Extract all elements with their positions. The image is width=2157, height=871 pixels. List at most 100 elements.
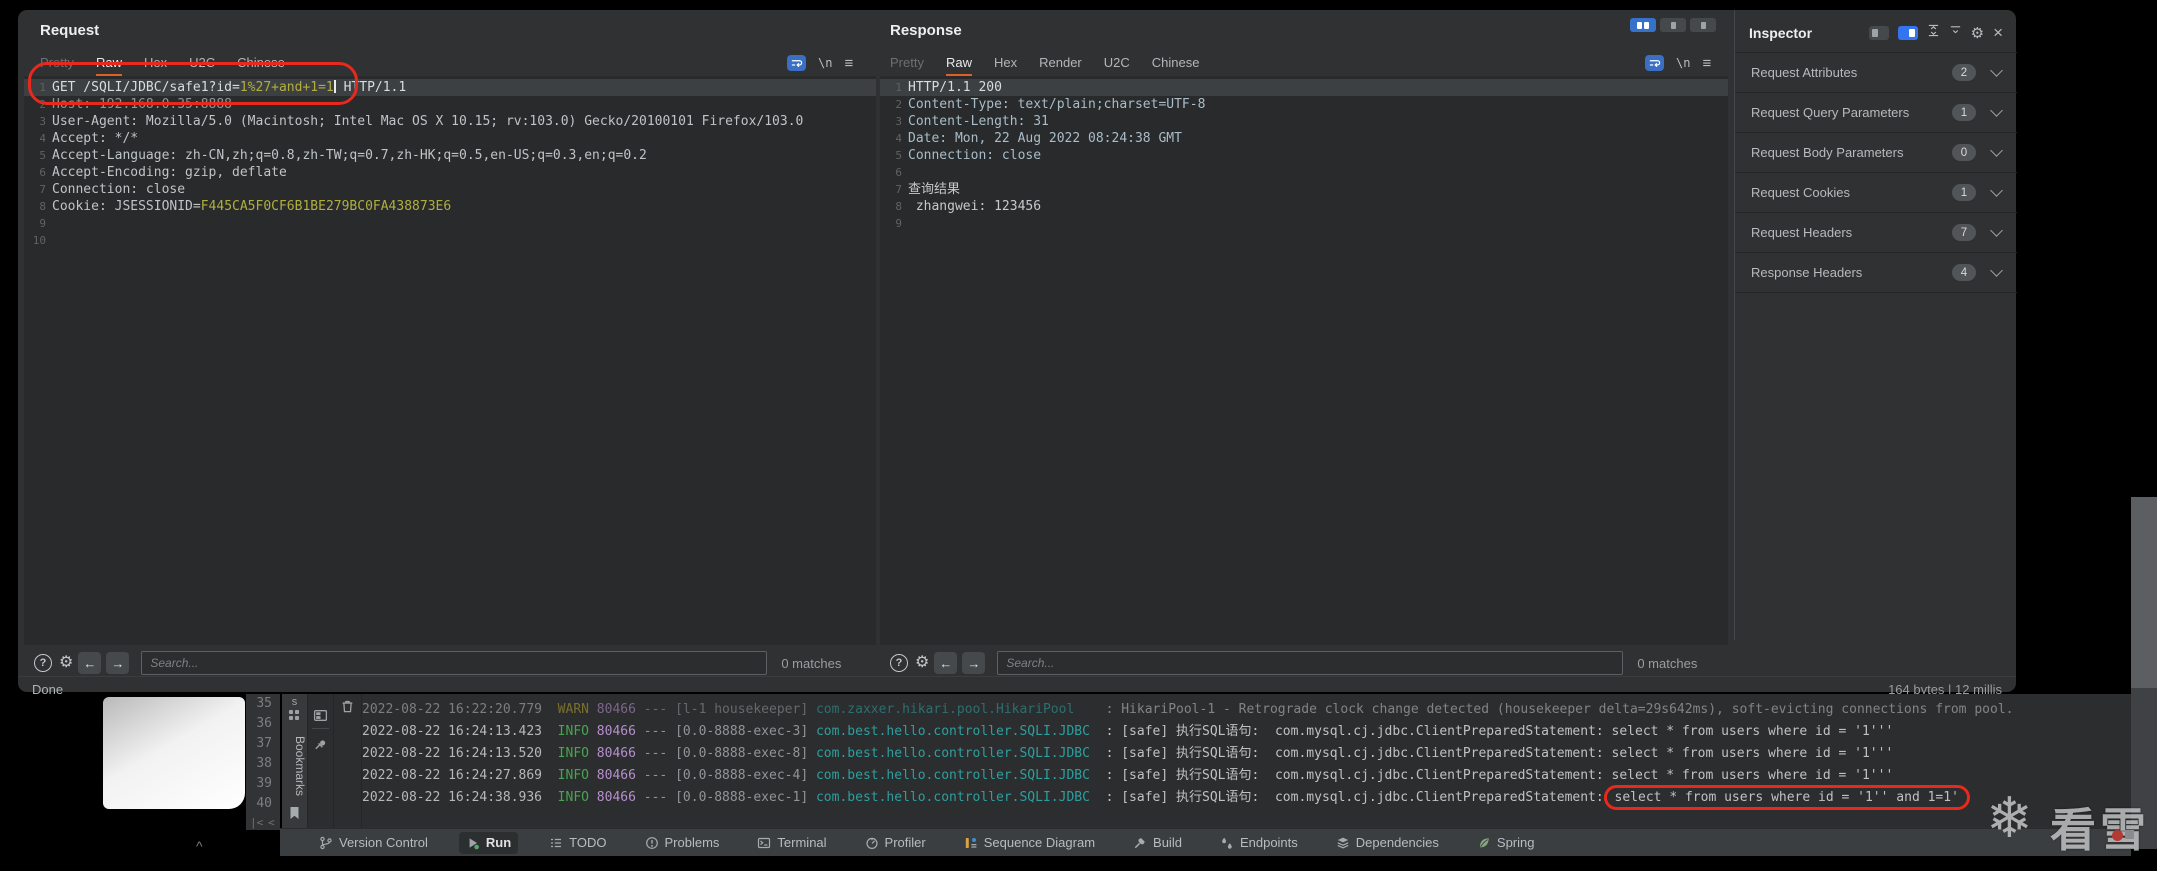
editor-line: 9 (24, 215, 876, 232)
request-tab-raw[interactable]: Raw (96, 55, 122, 77)
chevron-down-icon[interactable] (1990, 144, 2003, 157)
expand-all-icon[interactable] (1927, 24, 1940, 42)
pin-icon[interactable] (313, 738, 328, 758)
chevron-down-icon[interactable] (1990, 264, 2003, 277)
toolbar-item-label: Terminal (777, 835, 826, 850)
chevron-down-icon[interactable] (1990, 224, 2003, 237)
inspector-close-icon[interactable]: × (1993, 26, 2003, 40)
help-icon[interactable]: ? (890, 654, 908, 672)
inspector-section-response-headers[interactable]: Response Headers4 (1735, 253, 2017, 293)
search-next-icon[interactable]: → (106, 652, 129, 674)
todo-icon (549, 836, 563, 850)
response-tab-pretty[interactable]: Pretty (890, 55, 924, 74)
structure-tool-button[interactable]: s (282, 696, 307, 708)
request-editor[interactable]: 1GET /SQLI/JDBC/safe1?id=1%27+and+1=1 HT… (24, 76, 876, 645)
request-tab-pretty[interactable]: Pretty (40, 55, 74, 74)
response-editor[interactable]: 1HTTP/1.1 2002Content-Type: text/plain;c… (880, 76, 1728, 645)
section-count-badge: 0 (1952, 144, 1976, 161)
inspector-dock-right-icon[interactable] (1898, 26, 1918, 40)
toolbar-item-terminal[interactable]: Terminal (750, 832, 833, 854)
response-tab-raw[interactable]: Raw (946, 55, 972, 77)
section-label: Request Query Parameters (1751, 105, 1952, 120)
response-search-bar: ? ⚙ ← → 0 matches (890, 650, 1697, 676)
toolbar-item-run[interactable]: Run (459, 832, 518, 854)
editor-line: 6Accept-Encoding: gzip, deflate (24, 164, 876, 181)
log-token (808, 702, 816, 717)
bookmarks-tool-button[interactable]: Bookmarks (282, 728, 307, 804)
layout-stacked-icon[interactable] (1660, 18, 1686, 32)
toolbar-item-dependencies[interactable]: Dependencies (1329, 832, 1446, 854)
log-token (1090, 724, 1106, 739)
word-wrap-icon[interactable] (787, 55, 806, 71)
overlapping-white-window[interactable] (103, 697, 245, 809)
inspector-section-request-cookies[interactable]: Request Cookies1 (1735, 173, 2017, 213)
chevron-down-icon[interactable] (1990, 64, 2003, 77)
editor-line: 5Accept-Language: zh-CN,zh;q=0.8,zh-TW;q… (24, 147, 876, 164)
toolbar-item-version-control[interactable]: Version Control (312, 832, 435, 854)
console-toolbar (308, 694, 334, 830)
line-number: 3 (880, 113, 908, 130)
search-prev-icon[interactable]: ← (934, 652, 957, 674)
line-number: 6 (24, 164, 52, 181)
response-search-matches: 0 matches (1637, 656, 1697, 671)
log-token (808, 790, 816, 805)
inspector-section-request-attributes[interactable]: Request Attributes2 (1735, 53, 2017, 93)
layout-tabs-icon[interactable] (1690, 18, 1716, 32)
log-token (808, 746, 816, 761)
word-wrap-icon[interactable] (1645, 55, 1664, 71)
toolbar-item-todo[interactable]: TODO (542, 832, 613, 854)
toolbar-item-spring[interactable]: Spring (1470, 832, 1542, 854)
chevron-down-icon[interactable] (1990, 184, 2003, 197)
inspector-section-request-body-parameters[interactable]: Request Body Parameters0 (1735, 133, 2017, 173)
editor-line: 5Connection: close (880, 147, 1728, 164)
search-settings-icon[interactable]: ⚙ (59, 655, 73, 671)
nav-first-icon[interactable]: |< (250, 816, 263, 829)
inspector-dock-left-icon[interactable] (1869, 26, 1889, 40)
editor-line: 6 (880, 164, 1728, 181)
spring-icon (1477, 836, 1491, 850)
search-settings-icon[interactable]: ⚙ (915, 655, 929, 671)
log-token: 2022-08-22 16:24:13.423 (362, 724, 542, 739)
search-next-icon[interactable]: → (962, 652, 985, 674)
help-icon[interactable]: ? (34, 654, 52, 672)
response-tab-hex[interactable]: Hex (994, 55, 1017, 74)
layout-side-by-side-icon[interactable] (1630, 18, 1656, 32)
run-icon (466, 836, 480, 850)
editor-line: 1HTTP/1.1 200 (880, 79, 1728, 96)
request-search-input[interactable] (141, 651, 767, 675)
show-newlines-icon[interactable]: \n (818, 56, 832, 70)
log-token: com.best.hello.controller.SQLI.JDBC (816, 768, 1090, 783)
collapse-all-icon[interactable] (1949, 24, 1962, 42)
editor-menu-icon[interactable]: ≡ (1702, 55, 1711, 72)
inspector-section-request-headers[interactable]: Request Headers7 (1735, 213, 2017, 253)
toolbar-item-endpoints[interactable]: Endpoints (1213, 832, 1305, 854)
line-number: 7 (24, 181, 52, 198)
log-token: INFO (542, 790, 589, 805)
layout-settings-icon[interactable] (313, 708, 328, 728)
nav-prev-icon[interactable]: < (268, 816, 275, 829)
inspector-section-request-query-parameters[interactable]: Request Query Parameters1 (1735, 93, 2017, 133)
log-token: --- (636, 702, 675, 717)
response-search-input[interactable] (997, 651, 1623, 675)
trash-icon[interactable] (340, 699, 355, 719)
editor-menu-icon[interactable]: ≡ (844, 55, 853, 72)
request-tab-u2c[interactable]: U2C (189, 55, 215, 74)
request-tab-hex[interactable]: Hex (144, 55, 167, 74)
editor-line: 1GET /SQLI/JDBC/safe1?id=1%27+and+1=1 HT… (24, 79, 876, 96)
response-tab-u2c[interactable]: U2C (1104, 55, 1130, 74)
editor-line: 3User-Agent: Mozilla/5.0 (Macintosh; Int… (24, 113, 876, 130)
toolbar-item-build[interactable]: Build (1126, 832, 1189, 854)
toolbar-item-profiler[interactable]: Profiler (858, 832, 933, 854)
toolbar-item-sequence-diagram[interactable]: Sequence Diagram (957, 832, 1102, 854)
response-tab-chinese[interactable]: Chinese (1152, 55, 1200, 74)
search-prev-icon[interactable]: ← (78, 652, 101, 674)
build-icon (1133, 836, 1147, 850)
show-newlines-icon[interactable]: \n (1676, 56, 1690, 70)
response-tab-render[interactable]: Render (1039, 55, 1082, 74)
request-tab-chinese[interactable]: Chinese (237, 55, 285, 74)
inspector-settings-icon[interactable]: ⚙ (1971, 24, 1984, 42)
toolbar-item-problems[interactable]: Problems (638, 832, 727, 854)
editor-line-number-gutter: 353637383940 (246, 694, 280, 830)
log-line: 2022-08-22 16:24:27.869 INFO 80466 --- [… (362, 765, 2131, 787)
chevron-down-icon[interactable] (1990, 104, 2003, 117)
